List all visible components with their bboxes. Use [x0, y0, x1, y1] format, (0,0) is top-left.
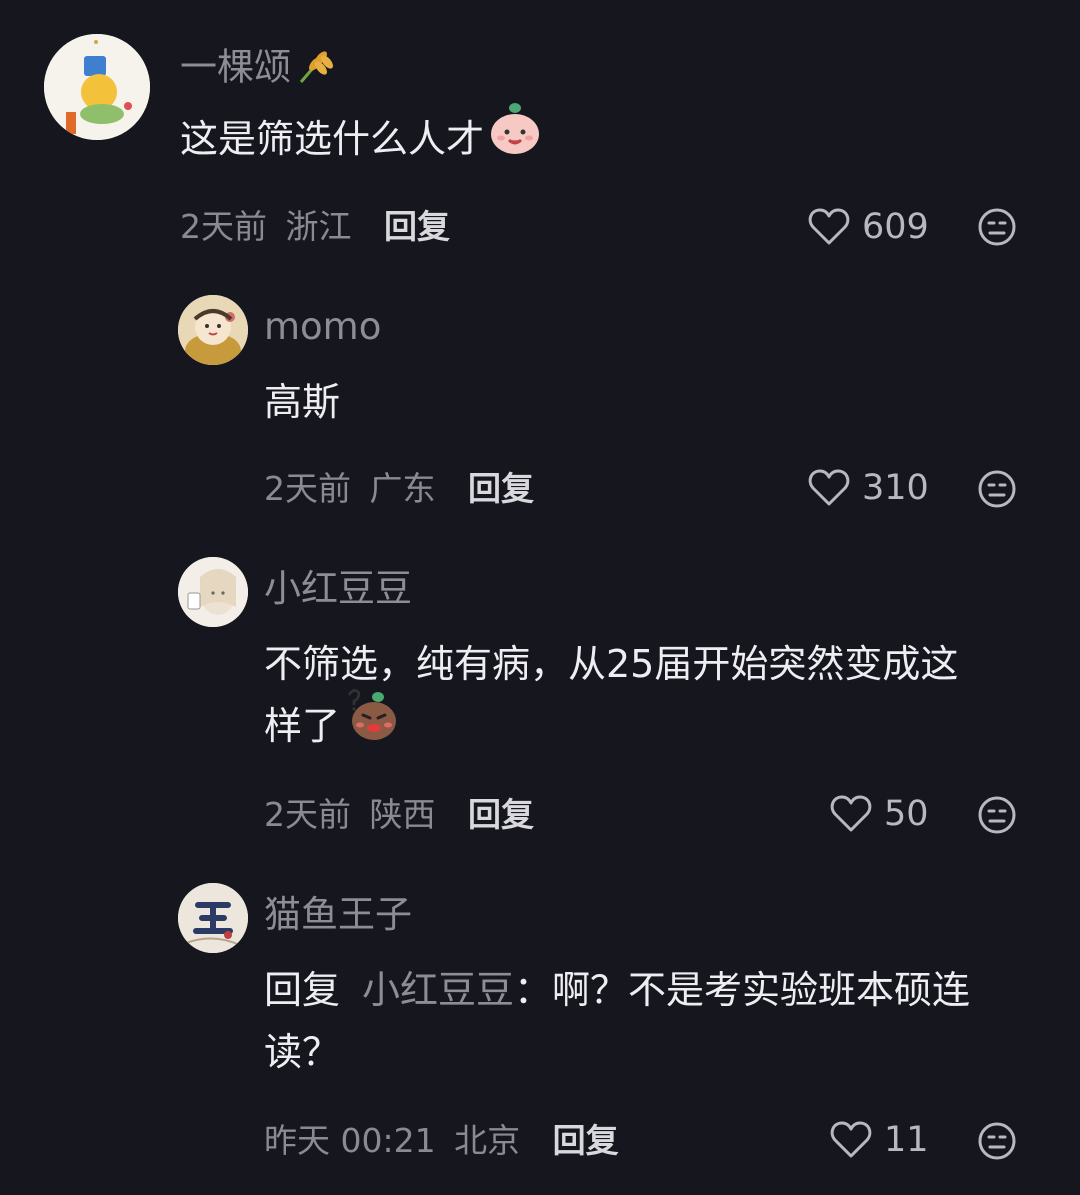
- avatar-image: [44, 34, 150, 140]
- comment-text-line: 样了: [264, 688, 958, 761]
- meh-face-icon: [978, 1122, 1016, 1160]
- avatar[interactable]: [178, 557, 248, 627]
- confused-bean-icon: [344, 687, 400, 761]
- username[interactable]: momo: [264, 308, 381, 345]
- like-button[interactable]: 50: [830, 795, 929, 833]
- comment-meta: 2天前 浙江 回复: [180, 210, 450, 243]
- like-button[interactable]: 310: [808, 469, 929, 507]
- dislike-button[interactable]: [977, 207, 1017, 247]
- comment-time: 2天前: [264, 795, 351, 834]
- like-count: 310: [862, 467, 929, 508]
- smile-bean-icon: [488, 100, 542, 174]
- comment-text[interactable]: 回复 小红豆豆：啊？不是考实验班本硕连 读？: [264, 959, 970, 1083]
- comment-text[interactable]: 高斯: [264, 371, 340, 433]
- reply-button[interactable]: 回复: [384, 207, 450, 246]
- reply-target-user[interactable]: 小红豆豆: [362, 968, 514, 1012]
- like-count: 609: [862, 206, 929, 247]
- reply-button[interactable]: 回复: [468, 469, 534, 508]
- avatar-image: [178, 295, 248, 365]
- comment-meta: 2天前 陕西 回复: [264, 798, 534, 831]
- like-button[interactable]: 11: [830, 1121, 929, 1159]
- like-count: 11: [884, 1119, 929, 1160]
- comment-text[interactable]: 这是筛选什么人才: [180, 102, 542, 174]
- dislike-button[interactable]: [977, 795, 1017, 835]
- avatar[interactable]: [178, 883, 248, 953]
- avatar-image: [178, 557, 248, 627]
- comment-meta: 2天前 广东 回复: [264, 472, 534, 505]
- meh-face-icon: [978, 208, 1016, 246]
- comment-text-line: 回复 小红豆豆：啊？不是考实验班本硕连: [264, 968, 971, 1012]
- meh-face-icon: [978, 796, 1016, 834]
- like-count: 50: [884, 793, 929, 834]
- avatar[interactable]: [44, 34, 150, 140]
- avatar[interactable]: [178, 295, 248, 365]
- comment-location: 陕西: [369, 795, 436, 834]
- like-button[interactable]: 609: [808, 208, 929, 246]
- comment-time: 2天前: [180, 207, 267, 246]
- username[interactable]: 猫鱼王子: [264, 896, 412, 933]
- meh-face-icon: [978, 470, 1016, 508]
- reply-button[interactable]: 回复: [468, 795, 534, 834]
- comment-location: 广东: [369, 469, 436, 508]
- heart-icon: [808, 469, 850, 506]
- username[interactable]: 小红豆豆: [264, 570, 412, 607]
- reply-prefix: 回复: [264, 968, 341, 1012]
- dislike-button[interactable]: [977, 1121, 1017, 1161]
- comment-time: 2天前: [264, 469, 351, 508]
- heart-icon: [808, 208, 850, 245]
- username[interactable]: 一棵颂: [180, 46, 335, 92]
- comment-location: 浙江: [285, 207, 352, 246]
- comment-meta: 昨天 00:21 北京 回复: [264, 1124, 619, 1157]
- comment-text[interactable]: 不筛选，纯有病，从25届开始突然变成这 样了: [264, 633, 958, 761]
- comment-time: 昨天 00:21: [264, 1121, 436, 1160]
- comment-location: 北京: [454, 1121, 521, 1160]
- comment-text-line: 读？: [264, 1030, 341, 1074]
- heart-icon: [830, 1121, 872, 1158]
- reply-button[interactable]: 回复: [553, 1121, 619, 1160]
- avatar-image: [178, 883, 248, 953]
- wheat-icon: [295, 46, 335, 92]
- heart-icon: [830, 795, 872, 832]
- dislike-button[interactable]: [977, 469, 1017, 509]
